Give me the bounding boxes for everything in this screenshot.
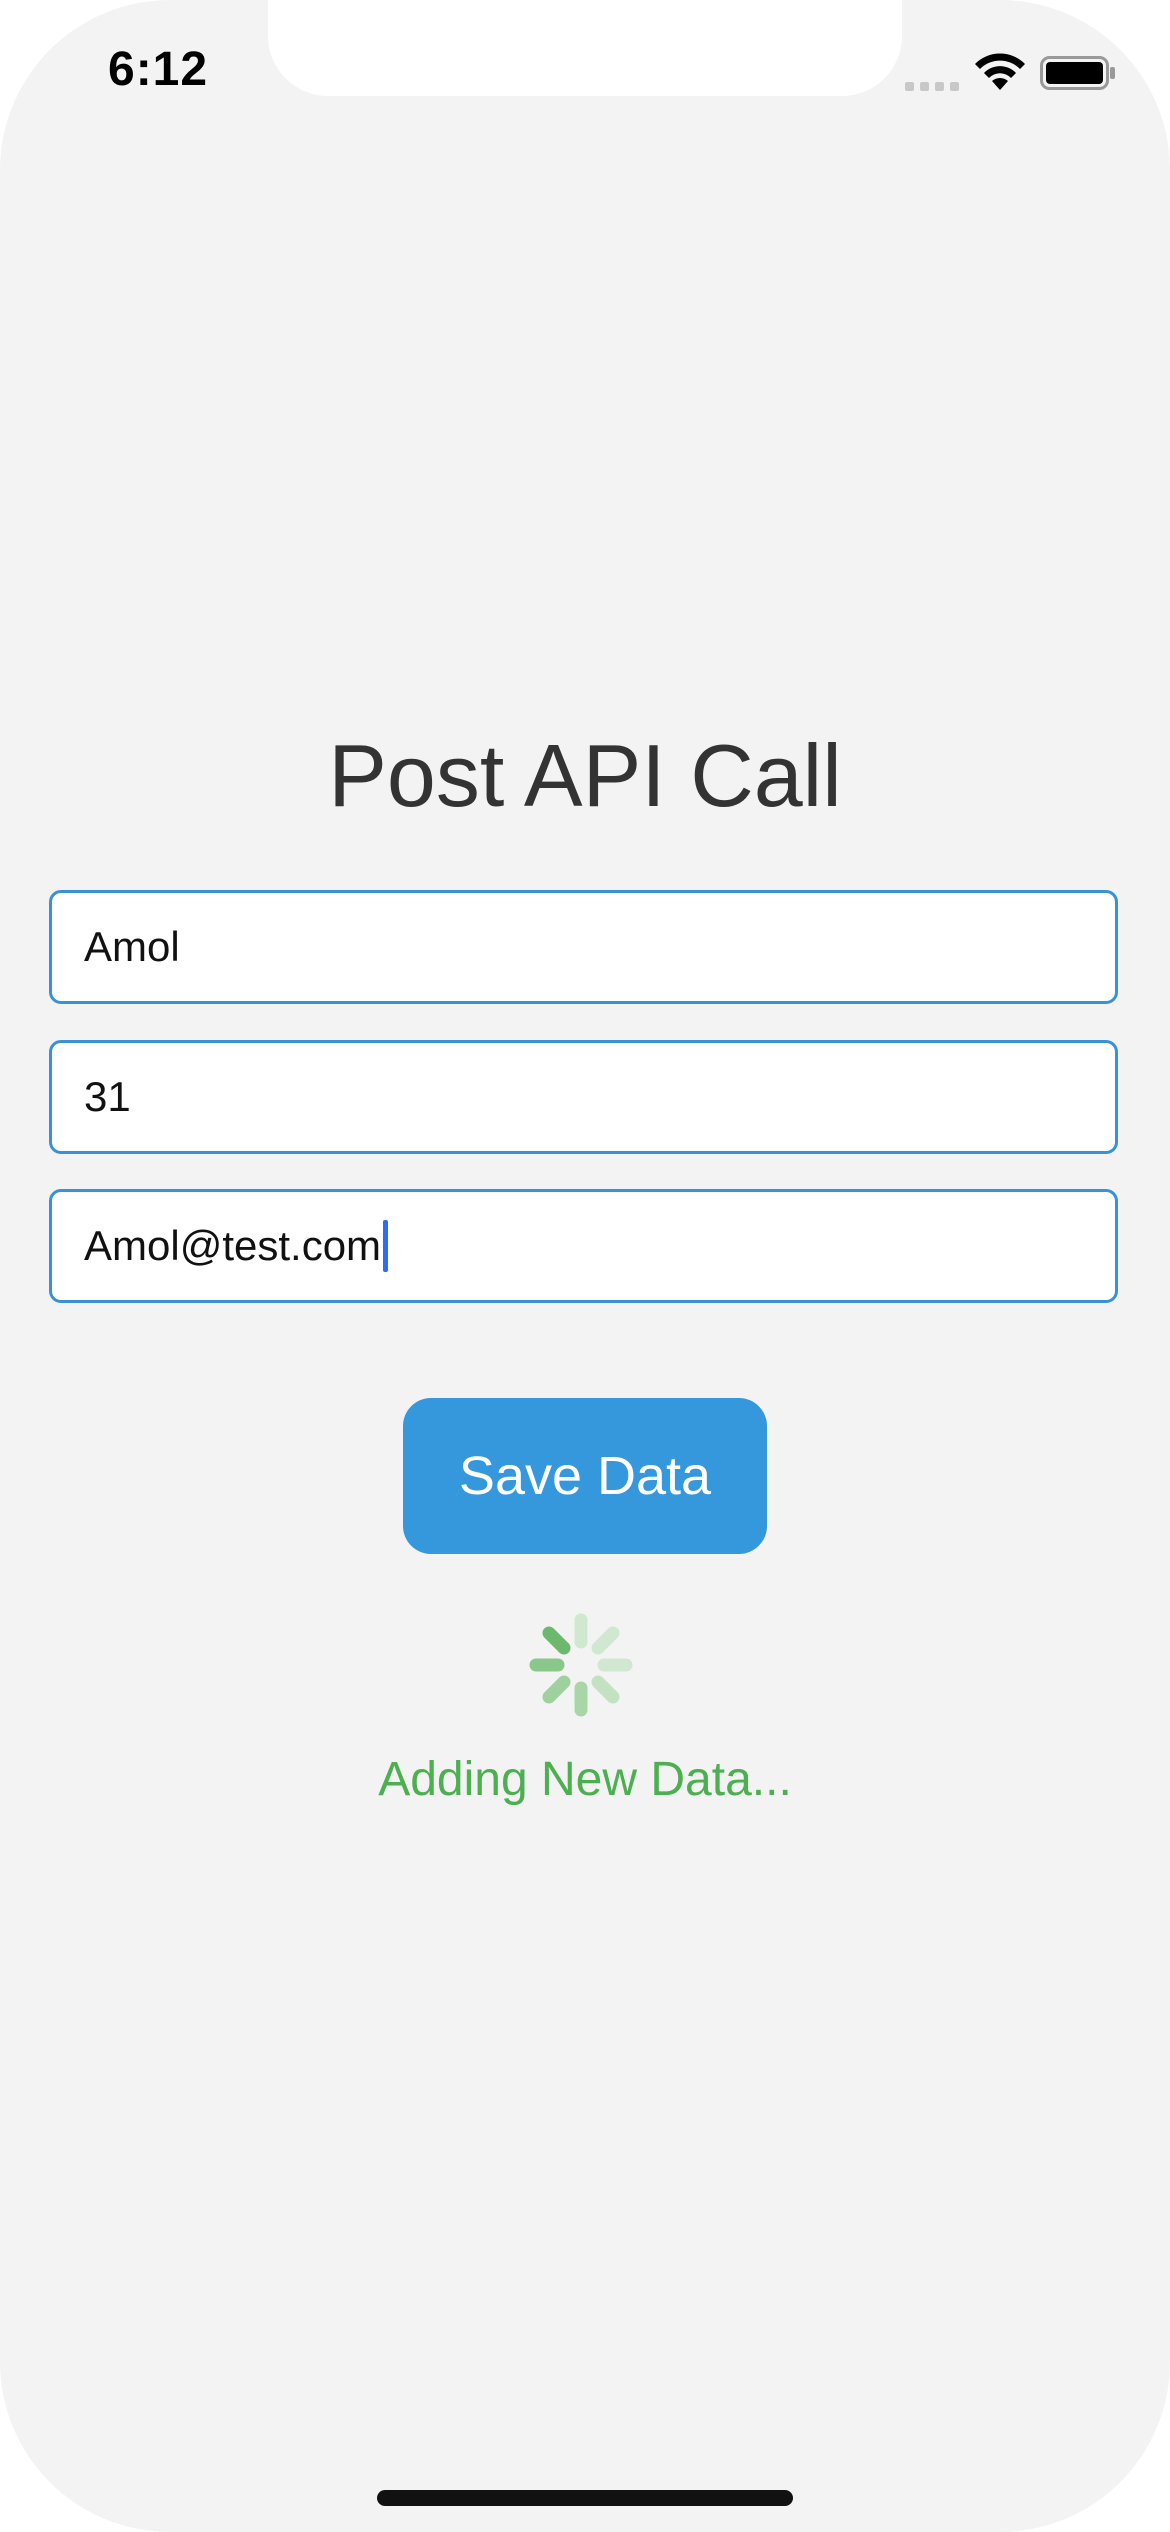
page-title: Post API Call	[328, 726, 842, 825]
text-cursor	[383, 1220, 389, 1272]
phone-screen: 6:12 Post API Call Amol 31 Amol@test.com…	[0, 0, 1170, 2532]
signal-icon	[905, 82, 961, 92]
email-input[interactable]: Amol@test.com	[49, 1189, 1118, 1303]
email-input-value: Amol@test.com	[84, 1222, 382, 1269]
age-input-value: 31	[84, 1073, 131, 1120]
battery-icon	[1040, 56, 1115, 90]
age-input[interactable]: 31	[49, 1040, 1118, 1154]
status-message: Adding New Data...	[378, 1753, 792, 1806]
notch	[268, 0, 902, 96]
wifi-icon	[975, 53, 1025, 90]
loading-spinner-icon	[529, 1613, 633, 1717]
name-input[interactable]: Amol	[49, 890, 1118, 1004]
status-time: 6:12	[108, 43, 209, 96]
home-indicator[interactable]	[377, 2490, 793, 2506]
name-input-value: Amol	[84, 923, 180, 970]
save-data-button[interactable]: Save Data	[403, 1398, 767, 1554]
